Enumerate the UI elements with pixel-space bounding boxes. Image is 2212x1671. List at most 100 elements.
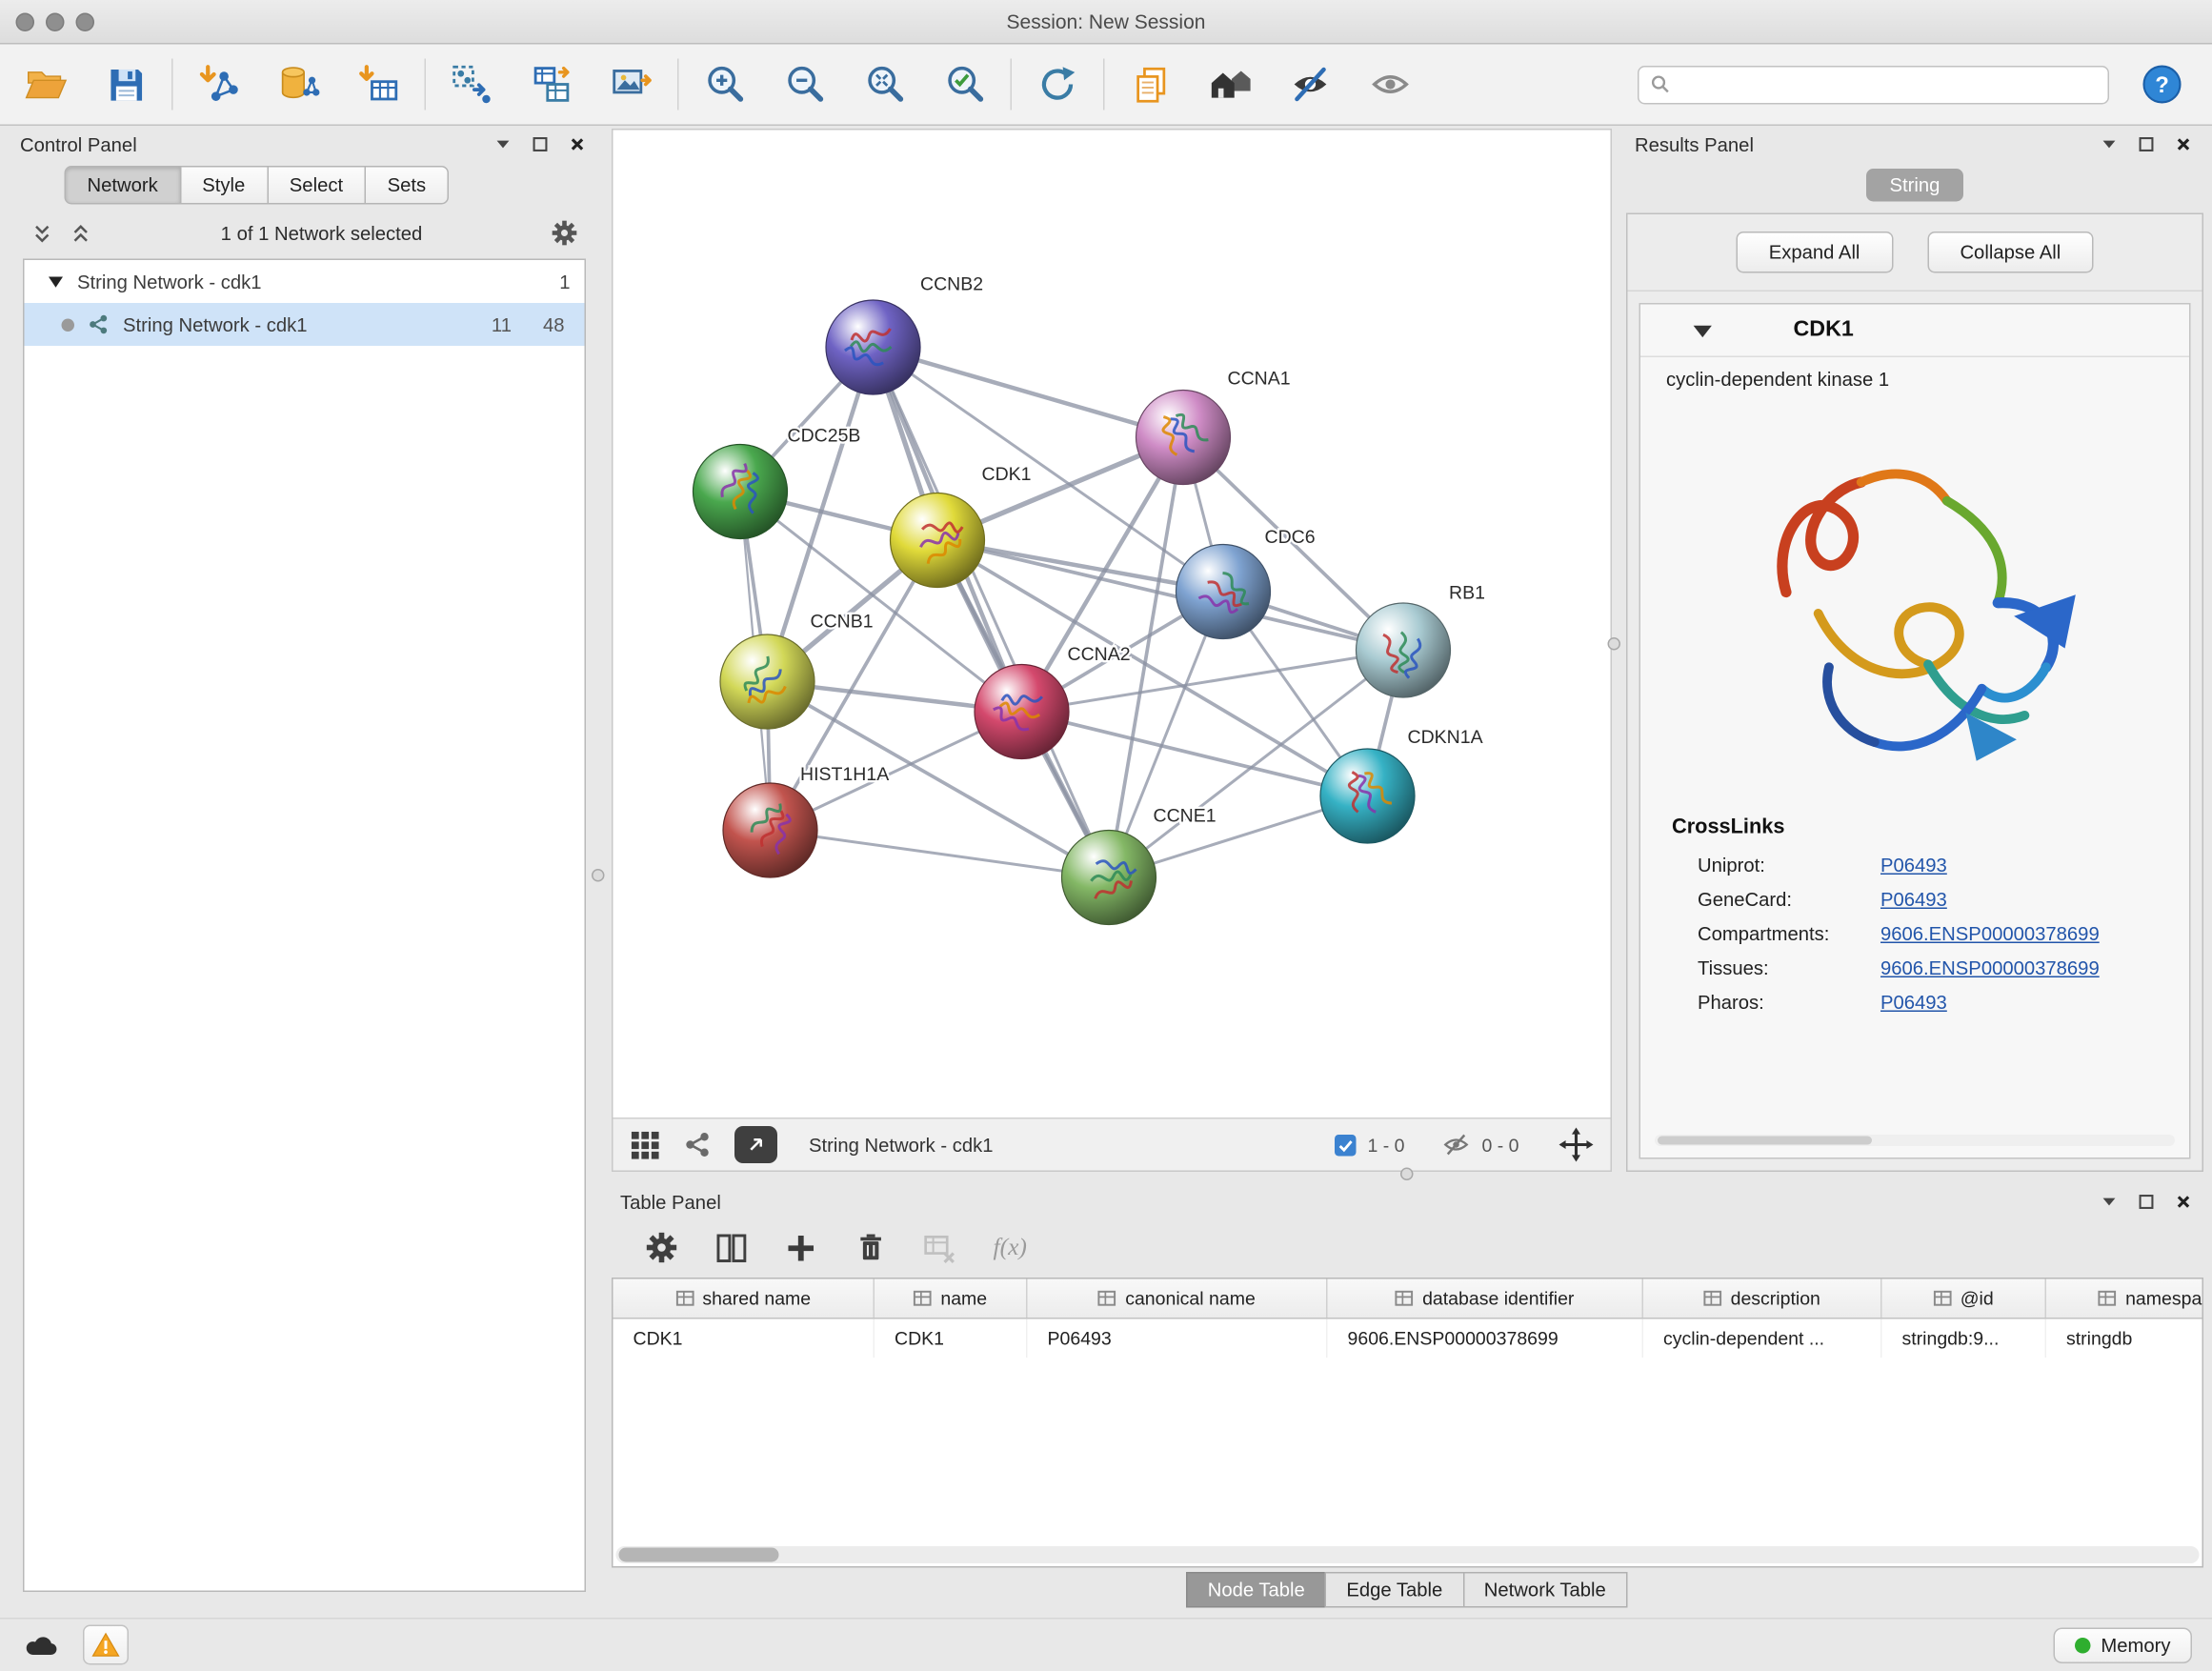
node-CDKN1A[interactable] — [1320, 749, 1415, 843]
zoom-in-button[interactable] — [699, 59, 751, 111]
tree-caret-icon[interactable] — [48, 274, 65, 289]
close-panel-icon[interactable] — [2172, 133, 2195, 156]
gear-icon[interactable] — [646, 1232, 677, 1263]
delete-column-icon[interactable] — [855, 1232, 886, 1263]
edge-HIST1H1A-CCNE1[interactable] — [771, 831, 1110, 878]
apply-preferred-layout-button[interactable] — [1032, 59, 1083, 111]
table-cell[interactable]: P06493 — [1028, 1319, 1328, 1359]
import-table-from-file-button[interactable] — [353, 59, 405, 111]
column-header[interactable]: description — [1643, 1279, 1882, 1319]
protein-card-header[interactable]: CDK1 — [1640, 305, 2189, 358]
close-panel-icon[interactable] — [2172, 1191, 2195, 1214]
help-button[interactable]: ? — [2141, 63, 2183, 106]
results-scrollbar[interactable] — [1655, 1135, 2175, 1146]
memory-button[interactable]: Memory — [2054, 1627, 2192, 1663]
import-network-from-database-button[interactable] — [273, 59, 325, 111]
tab-style[interactable]: Style — [179, 166, 268, 205]
warnings-button[interactable] — [83, 1625, 129, 1665]
zoom-fit-content-button[interactable] — [859, 59, 911, 111]
float-panel-icon[interactable] — [2135, 1191, 2158, 1214]
birdseye-view-icon[interactable] — [631, 1130, 661, 1160]
panel-menu-icon[interactable] — [492, 133, 514, 156]
edge-CCNB2-CCNA1[interactable] — [874, 348, 1184, 438]
close-window-button[interactable] — [16, 12, 35, 31]
table-cell[interactable]: 9606.ENSP00000378699 — [1328, 1319, 1644, 1359]
table-cell[interactable]: CDK1 — [613, 1319, 875, 1359]
add-column-icon[interactable] — [785, 1231, 818, 1264]
node-RB1[interactable] — [1357, 603, 1451, 697]
new-network-from-selection-button[interactable] — [446, 59, 497, 111]
table-cell[interactable]: cyclin-dependent ... — [1643, 1319, 1882, 1359]
table-cell[interactable]: CDK1 — [875, 1319, 1028, 1359]
tab-select[interactable]: Select — [267, 166, 366, 205]
zoom-window-button[interactable] — [76, 12, 95, 31]
table-row[interactable]: CDK1 CDK1 P06493 9606.ENSP00000378699 cy… — [613, 1319, 2202, 1359]
column-header[interactable]: canonical name — [1028, 1279, 1328, 1319]
zoom-out-button[interactable] — [779, 59, 831, 111]
node-CCNA1[interactable] — [1136, 391, 1231, 485]
splitter-handle[interactable] — [592, 869, 605, 882]
node-CCNE1[interactable] — [1062, 831, 1156, 925]
cloud-button[interactable] — [20, 1626, 63, 1663]
import-network-from-file-button[interactable] — [193, 59, 245, 111]
expand-all-button[interactable]: Expand All — [1736, 232, 1893, 273]
open-session-button[interactable] — [20, 59, 71, 111]
node-CDC6[interactable] — [1176, 545, 1271, 639]
tab-network-table[interactable]: Network Table — [1462, 1572, 1627, 1608]
crosslink-link[interactable]: 9606.ENSP00000378699 — [1880, 922, 2100, 944]
node-CCNB1[interactable] — [720, 634, 814, 729]
function-builder-button[interactable]: f(x) — [994, 1234, 1027, 1262]
table-cell[interactable]: stringdb — [2046, 1319, 2203, 1359]
collapse-all-button[interactable]: Collapse All — [1927, 232, 2094, 273]
column-header[interactable]: namespace — [2046, 1279, 2203, 1319]
zoom-selected-button[interactable] — [939, 59, 991, 111]
node-CDK1[interactable] — [891, 493, 985, 588]
node-CCNB2[interactable] — [826, 300, 920, 394]
collapse-all-icon[interactable] — [31, 222, 53, 244]
column-header[interactable]: @id — [1882, 1279, 2047, 1319]
column-header[interactable]: database identifier — [1328, 1279, 1644, 1319]
splitter-handle[interactable] — [1400, 1168, 1414, 1181]
export-image-button[interactable] — [606, 59, 657, 111]
save-session-button[interactable] — [100, 59, 151, 111]
node-CCNA2[interactable] — [975, 665, 1069, 759]
gear-icon[interactable] — [552, 220, 577, 246]
crosslink-link[interactable]: P06493 — [1880, 888, 1947, 910]
share-network-icon[interactable] — [683, 1131, 712, 1159]
search-input[interactable] — [1679, 72, 2097, 97]
close-panel-icon[interactable] — [566, 133, 589, 156]
column-header[interactable]: name — [875, 1279, 1028, 1319]
node-CDC25B[interactable] — [694, 445, 788, 539]
crosslink-link[interactable]: P06493 — [1880, 991, 1947, 1013]
expand-all-icon[interactable] — [70, 222, 92, 244]
tab-node-table[interactable]: Node Table — [1186, 1572, 1326, 1608]
network-collection-row[interactable]: String Network - cdk1 1 — [25, 260, 585, 303]
hidden-eye-icon[interactable] — [1441, 1131, 1470, 1159]
copy-document-button[interactable] — [1125, 59, 1176, 111]
minimize-window-button[interactable] — [46, 12, 65, 31]
toolbar-search[interactable] — [1638, 65, 2109, 104]
splitter-handle[interactable] — [1608, 637, 1621, 651]
tab-sets[interactable]: Sets — [365, 166, 450, 205]
export-view-button[interactable] — [734, 1126, 777, 1163]
edge-CCNB2-CCNE1[interactable] — [874, 348, 1110, 878]
network-canvas[interactable]: CCNB2CCNA1CDC25BCDK1CDC6RB1CCNB1CCNA2CDK… — [613, 131, 1611, 1118]
hide-elements-button[interactable] — [1285, 59, 1337, 111]
home-button[interactable] — [1205, 59, 1257, 111]
show-graphics-details-button[interactable] — [1365, 59, 1417, 111]
collapse-caret-icon[interactable] — [1692, 322, 1714, 338]
panel-menu-icon[interactable] — [2098, 133, 2121, 156]
panel-menu-icon[interactable] — [2098, 1191, 2121, 1214]
tab-edge-table[interactable]: Edge Table — [1325, 1572, 1464, 1608]
float-panel-icon[interactable] — [529, 133, 552, 156]
network-row-selected[interactable]: String Network - cdk1 11 48 — [25, 303, 585, 346]
show-columns-icon[interactable] — [714, 1231, 748, 1264]
tab-string-results[interactable]: String — [1867, 169, 1963, 202]
float-panel-icon[interactable] — [2135, 133, 2158, 156]
tab-network[interactable]: Network — [65, 166, 181, 205]
table-horizontal-scrollbar[interactable] — [616, 1546, 2200, 1563]
column-header[interactable]: shared name — [613, 1279, 875, 1319]
edge-CDK1-RB1[interactable] — [937, 540, 1403, 651]
crosslink-link[interactable]: 9606.ENSP00000378699 — [1880, 956, 2100, 978]
table-cell[interactable]: stringdb:9... — [1882, 1319, 2047, 1359]
